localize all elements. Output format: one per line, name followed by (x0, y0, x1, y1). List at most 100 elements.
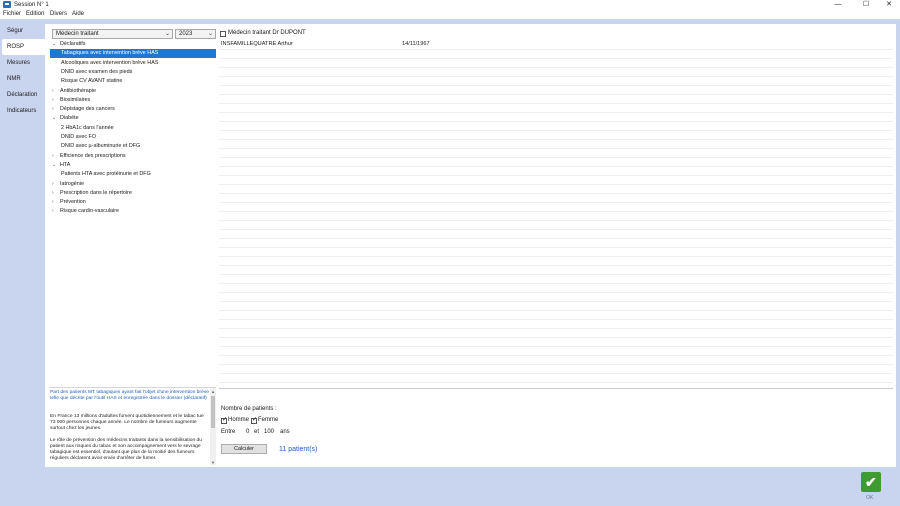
grid-row-divider (219, 292, 893, 293)
grid-row-divider (219, 382, 893, 383)
doctor-type-select[interactable]: Médecin traitant ⌄ (52, 29, 173, 39)
tree-item[interactable]: 2 HbA1c dans l'année (50, 124, 216, 133)
nav-item-mesures[interactable]: Mesures (0, 55, 45, 71)
grid-row-divider (219, 337, 893, 338)
nav-item-nmr[interactable]: NMR (0, 71, 45, 87)
tree-item-label: Antibiothérapie (60, 87, 96, 94)
tree-item-label: DNID avec FO (61, 134, 97, 140)
description-scrollbar[interactable]: ▲ ▼ (210, 388, 216, 465)
patient-count-label: Nombre de patients : (221, 406, 277, 412)
age-min-field[interactable]: 0 (246, 429, 249, 436)
homme-checkbox[interactable] (221, 416, 227, 424)
tree-item-label: Patients HTA avec protéinurie et DFG (61, 171, 151, 178)
chevron-right-icon[interactable]: › (52, 198, 54, 207)
chevron-right-icon[interactable]: › (52, 180, 54, 189)
chevron-down-icon[interactable]: ⌄ (52, 114, 56, 123)
tree-item-label: Tabagiques avec intervention brève HAS (61, 50, 159, 57)
menu-bar: Fichier Edition Divers Aide (0, 10, 900, 19)
chevron-right-icon[interactable]: › (52, 207, 54, 216)
tree-item-label: HTA (60, 161, 71, 168)
grid-row-divider (219, 310, 893, 311)
window-title: Session N° 1 (14, 2, 49, 8)
tree-item[interactable]: DNID avec examen des pieds (50, 68, 216, 77)
description-headline: Part des patients MT tabagiques ayant fa… (50, 390, 209, 401)
scroll-up-icon[interactable]: ▲ (211, 389, 215, 394)
tree-item-label: Iatrogénie (60, 180, 84, 187)
age-unit-label: ans (280, 429, 290, 435)
tree-item[interactable]: Risque CV AVANT statine (50, 77, 216, 86)
grid-row-divider (219, 175, 893, 176)
chevron-down-icon: ⌄ (164, 31, 170, 37)
tree-category[interactable]: ⌄ Déclaratifs (50, 40, 216, 49)
chevron-down-icon[interactable]: ⌄ (52, 161, 56, 170)
grid-row-divider (219, 148, 893, 149)
grid-row-divider (219, 355, 893, 356)
nav-item-rosp[interactable]: ROSP (2, 39, 45, 55)
tree-category[interactable]: › Biosimilaires (50, 96, 216, 105)
chevron-right-icon[interactable]: › (52, 105, 54, 114)
close-button[interactable]: ✕ (878, 0, 900, 10)
femme-checkbox[interactable] (251, 416, 257, 424)
menu-edition[interactable]: Edition (26, 11, 44, 18)
menu-fichier[interactable]: Fichier (3, 11, 21, 18)
chevron-right-icon[interactable]: › (52, 96, 54, 105)
grid-row-divider (219, 301, 893, 302)
scroll-thumb[interactable] (211, 396, 215, 428)
minimize-button[interactable]: — (827, 0, 849, 10)
tree-item[interactable]: Patients HTA avec protéinurie et DFG (50, 170, 216, 179)
grid-row-divider (219, 85, 893, 86)
tree-category[interactable]: › Dépistage des cancers (50, 105, 216, 114)
grid-row-divider (219, 130, 893, 131)
ok-label: OK (866, 495, 874, 501)
chevron-right-icon[interactable]: › (52, 87, 54, 96)
tree-category[interactable]: › Iatrogénie (50, 180, 216, 189)
tree-item-label: Prévention (60, 199, 86, 206)
tree-item[interactable]: Tabagiques avec intervention brève HAS (50, 49, 216, 59)
chevron-right-icon[interactable]: › (52, 189, 54, 198)
tree-category[interactable]: ⌄ Diabète (50, 114, 216, 123)
doctor-type-value: Médecin traitant (56, 31, 99, 37)
nav-item-indicateurs[interactable]: Indicateurs (0, 103, 45, 119)
tree-category[interactable]: ⌄ HTA (50, 161, 216, 170)
tree-item[interactable]: Alcooliques avec intervention brève HAS (50, 59, 216, 68)
grid-row-divider (219, 103, 893, 104)
age-between-label: Entre (221, 429, 236, 435)
table-row[interactable]: INSFAMILLEQUATRE Arthur 14/11/1967 (219, 40, 893, 49)
grid-row-divider (219, 319, 893, 320)
ok-button[interactable]: ✔ (861, 472, 881, 492)
grid-row-divider (219, 112, 893, 113)
tree-category[interactable]: › Prévention (50, 198, 216, 207)
menu-divers[interactable]: Divers (50, 11, 67, 18)
scroll-down-icon[interactable]: ▼ (211, 460, 215, 465)
maximize-button[interactable]: ☐ (855, 0, 877, 10)
tree-item-label: Risque cardio-vasculaire (60, 208, 120, 215)
grid-row-divider (219, 193, 893, 194)
age-max-field[interactable]: 100 (264, 429, 274, 436)
tree-item-label: DNID avec µ-albuminurie et DFG (61, 143, 141, 150)
doctor-filter-checkbox[interactable] (220, 31, 226, 37)
tree-item-label: Dépistage des cancers (60, 106, 115, 113)
menu-aide[interactable]: Aide (72, 11, 84, 18)
grid-row-divider (219, 139, 893, 140)
tree-item-label: Diabète (60, 115, 79, 122)
patient-name-cell: INSFAMILLEQUATRE Arthur (221, 41, 293, 47)
grid-row-divider (219, 283, 893, 284)
chevron-right-icon[interactable]: › (52, 152, 54, 161)
grid-row-divider (219, 76, 893, 77)
tree-category[interactable]: › Risque cardio-vasculaire (50, 207, 216, 216)
description-paragraph: En France 13 millions d'adultes fument q… (50, 414, 204, 431)
grid-row-divider (219, 229, 893, 230)
tree-item[interactable]: DNID avec FO (50, 133, 216, 142)
nav-item-declaration[interactable]: Déclaration (0, 87, 45, 103)
grid-row-divider (219, 94, 893, 95)
tree-category[interactable]: › Prescription dans le répertoire (50, 189, 216, 198)
nav-item-segur[interactable]: Ségur (0, 23, 45, 39)
year-select[interactable]: 2023 ⌄ (175, 29, 216, 39)
tree-category[interactable]: › Antibiothérapie (50, 87, 216, 96)
grid-divider (219, 388, 893, 389)
tree-category[interactable]: › Efficience des prescriptions (50, 152, 216, 161)
chevron-down-icon[interactable]: ⌄ (52, 40, 56, 49)
tree-item[interactable]: DNID avec µ-albuminurie et DFG (50, 142, 216, 151)
doctor-filter-label: Médecin traitant Dr DUPONT (228, 30, 306, 36)
calculate-button[interactable]: Calculer (221, 444, 267, 454)
